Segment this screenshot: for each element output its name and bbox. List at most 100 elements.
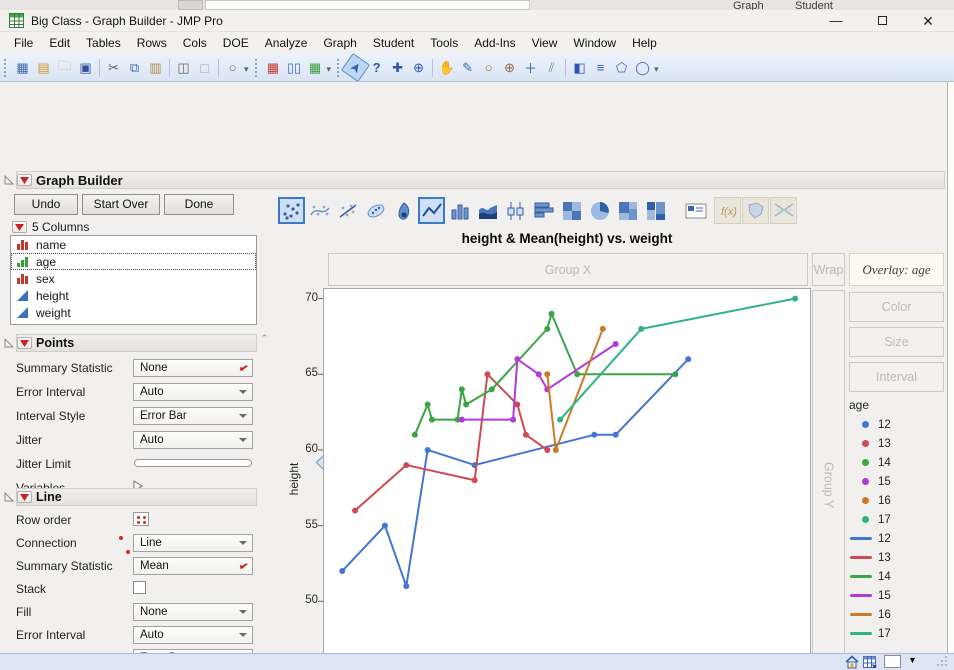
collapse-triangle-icon[interactable] — [4, 492, 14, 502]
data-point-age-14[interactable] — [458, 386, 465, 393]
line-connection-dropdown[interactable]: Line — [133, 534, 253, 552]
element-line-icon[interactable] — [418, 197, 445, 224]
close-button[interactable]: ✕ — [908, 10, 948, 32]
element-caption-box-icon[interactable] — [682, 197, 709, 224]
data-point-age-16[interactable] — [599, 325, 606, 332]
data-view-icon[interactable]: ◫ — [173, 57, 194, 78]
element-box-plot-icon[interactable] — [502, 197, 529, 224]
data-point-age-15[interactable] — [510, 416, 517, 423]
scroll-up-icon[interactable]: ⌃ — [258, 332, 271, 345]
element-area-icon[interactable] — [474, 197, 501, 224]
data-point-age-12[interactable] — [591, 431, 598, 438]
move-icon[interactable]: ✚ — [387, 57, 408, 78]
home-icon[interactable] — [845, 655, 859, 669]
line-summary-statistic-dropdown[interactable]: Mean ✔ — [133, 557, 253, 575]
collapse-triangle-icon[interactable] — [4, 175, 14, 185]
menu-doe[interactable]: DOE — [215, 34, 257, 52]
element-line-of-fit-icon[interactable] — [334, 197, 361, 224]
data-point-age-12[interactable] — [612, 431, 619, 438]
menu-help[interactable]: Help — [624, 34, 665, 52]
data-point-age-13[interactable] — [484, 371, 491, 378]
brush-icon[interactable]: ✎ — [457, 57, 478, 78]
legend-point-age-14[interactable]: 14 — [849, 453, 944, 472]
element-treemap-icon[interactable] — [614, 197, 641, 224]
resize-grip-icon[interactable] — [936, 655, 948, 666]
element-heatmap-icon[interactable] — [558, 197, 585, 224]
column-item-age[interactable]: age — [11, 253, 256, 270]
data-point-age-12[interactable] — [381, 522, 388, 529]
data-point-age-13[interactable] — [522, 431, 529, 438]
menu-student[interactable]: Student — [365, 34, 422, 52]
data-point-age-16[interactable] — [552, 446, 559, 453]
element-pie-icon[interactable] — [586, 197, 613, 224]
drop-zone-color[interactable]: Color — [849, 292, 944, 322]
minimize-button[interactable]: — — [816, 10, 856, 32]
data-point-age-17[interactable] — [792, 295, 799, 302]
polygon-icon[interactable]: ⬠ — [611, 57, 632, 78]
data-point-age-13[interactable] — [403, 462, 410, 469]
undo-button[interactable]: Undo — [14, 194, 78, 215]
element-formula-icon[interactable]: f(x) — [714, 197, 741, 224]
menu-tables[interactable]: Tables — [78, 34, 129, 52]
column-item-sex[interactable]: sex — [11, 270, 256, 287]
menu-view[interactable]: View — [524, 34, 566, 52]
menu-file[interactable]: File — [6, 34, 41, 52]
data-point-age-13[interactable] — [471, 477, 478, 484]
zoom-out-icon[interactable]: ○ — [478, 57, 499, 78]
element-parallel-icon[interactable] — [770, 197, 797, 224]
element-map-shape-icon[interactable] — [742, 197, 769, 224]
data-point-age-14[interactable] — [428, 416, 435, 423]
legend-point-age-15[interactable]: 15 — [849, 472, 944, 491]
data-point-age-17[interactable] — [557, 416, 564, 423]
status-dropdown-caret-icon[interactable]: ▼ — [908, 655, 917, 665]
line-stack-checkbox[interactable] — [133, 581, 146, 594]
element-histogram-icon[interactable] — [530, 197, 557, 224]
panel-scrollbar[interactable]: ⌃ ⌄ — [258, 332, 271, 670]
data-point-age-14[interactable] — [672, 371, 679, 378]
toolbar-overflow-icon[interactable]: ▾ — [244, 64, 249, 75]
points-interval-style-dropdown[interactable]: Error Bar — [133, 407, 253, 425]
done-button[interactable]: Done — [164, 194, 234, 215]
data-table-icon[interactable]: ▦ — [263, 57, 284, 78]
cut-icon[interactable]: ✂ — [103, 57, 124, 78]
magnifier-icon[interactable]: ○ — [222, 57, 243, 78]
collapse-triangle-icon[interactable] — [4, 338, 14, 348]
data-point-age-14[interactable] — [574, 371, 581, 378]
menu-graph[interactable]: Graph — [315, 34, 364, 52]
data-point-age-17[interactable] — [638, 325, 645, 332]
data-point-age-15[interactable] — [458, 416, 465, 423]
data-point-age-13[interactable] — [544, 446, 551, 453]
toolbar-overflow-icon[interactable]: ▾ — [654, 64, 659, 75]
data-point-age-15[interactable] — [514, 356, 521, 363]
data-point-age-14[interactable] — [544, 325, 551, 332]
menu-edit[interactable]: Edit — [41, 34, 78, 52]
open-script-icon[interactable]: ▤ — [33, 57, 54, 78]
open-folder-icon[interactable]: 🗀 — [54, 57, 75, 78]
drop-zone-wrap[interactable]: Wrap — [812, 253, 845, 286]
data-point-age-14[interactable] — [488, 386, 495, 393]
data-point-age-12[interactable] — [685, 356, 692, 363]
copy-icon[interactable]: ⧉ — [124, 57, 145, 78]
legend-point-age-17[interactable]: 17 — [849, 510, 944, 529]
series-line-age-16[interactable] — [546, 328, 604, 451]
maximize-button[interactable] — [862, 10, 902, 32]
legend-point-age-12[interactable]: 12 — [849, 415, 944, 434]
points-error-interval-dropdown[interactable]: Auto — [133, 383, 253, 401]
help-icon[interactable]: ? — [366, 57, 387, 78]
menu-rows[interactable]: Rows — [129, 34, 175, 52]
points-summary-statistic-dropdown[interactable]: None ✔ — [133, 359, 253, 377]
menu-cols[interactable]: Cols — [175, 34, 215, 52]
legend-point-age-13[interactable]: 13 — [849, 434, 944, 453]
data-point-age-13[interactable] — [352, 507, 359, 514]
drop-zone-interval[interactable]: Interval — [849, 362, 944, 392]
status-entry-box[interactable] — [884, 655, 901, 668]
paste-icon[interactable]: ▥ — [145, 57, 166, 78]
red-triangle-menu[interactable] — [17, 491, 32, 503]
data-point-age-14[interactable] — [548, 310, 555, 317]
data-point-age-15[interactable] — [612, 341, 619, 347]
column-item-name[interactable]: name — [11, 236, 256, 253]
element-mosaic-icon[interactable] — [642, 197, 669, 224]
legend-line-age-16[interactable]: 16 — [849, 605, 944, 624]
points-jitter-dropdown[interactable]: Auto — [133, 431, 253, 449]
column-item-height[interactable]: height — [11, 287, 256, 304]
